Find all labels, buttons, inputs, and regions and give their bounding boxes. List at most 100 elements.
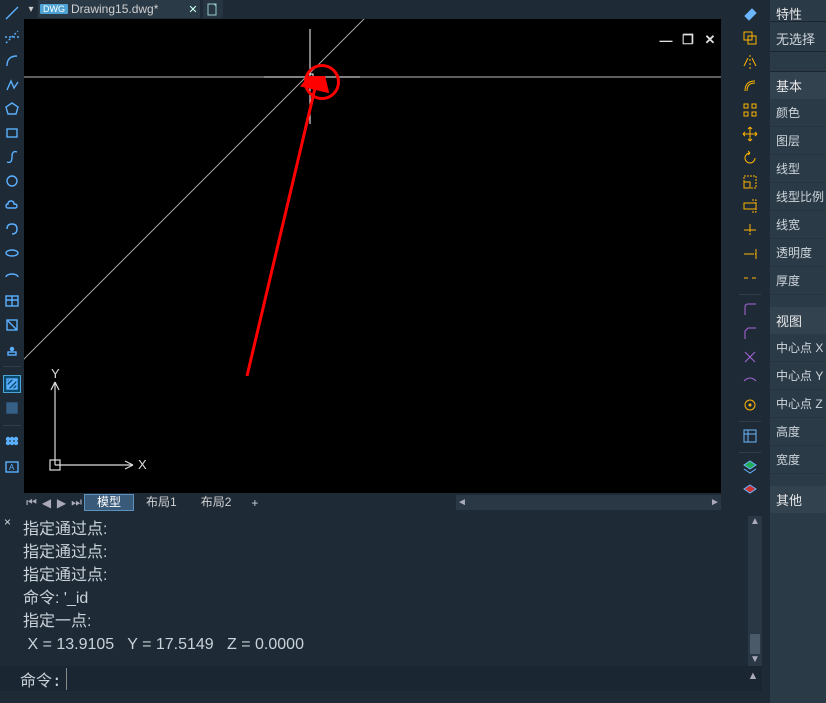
section-basic[interactable]: 基本: [770, 72, 826, 99]
selection-dropdown[interactable]: 无选择: [770, 22, 826, 52]
offset-tool-icon[interactable]: [740, 76, 760, 96]
rectangle-tool-icon[interactable]: [3, 124, 21, 142]
prop-ltscale[interactable]: 线型比例: [770, 183, 826, 211]
scroll-right-icon[interactable]: ►: [709, 497, 721, 508]
properties-tool-icon[interactable]: [740, 426, 760, 446]
section-view[interactable]: 视图: [770, 307, 826, 334]
spline-tool-icon[interactable]: [3, 148, 21, 166]
layout-add-button[interactable]: +: [243, 496, 266, 510]
trim-tool-icon[interactable]: [740, 220, 760, 240]
copy-tool-icon[interactable]: [740, 28, 760, 48]
close-document-icon[interactable]: ✕: [188, 3, 197, 16]
hatch-tool-icon[interactable]: [3, 375, 21, 393]
right-toolbar: [737, 0, 763, 513]
cmd-line: 命令: '_id: [23, 587, 745, 610]
ucs-icon: X Y: [38, 370, 138, 485]
prop-center-y[interactable]: 中心点 Y: [770, 362, 826, 390]
arc-tool-icon[interactable]: [3, 52, 21, 70]
new-document-button[interactable]: [203, 0, 223, 18]
prop-thickness[interactable]: 厚度: [770, 267, 826, 295]
stretch-tool-icon[interactable]: [740, 196, 760, 216]
scrollbar-thumb[interactable]: [750, 634, 760, 654]
ellipse-arc-tool-icon[interactable]: [3, 268, 21, 286]
svg-text:Y: Y: [51, 366, 60, 381]
line-tool-icon[interactable]: [3, 4, 21, 22]
layout-prev-icon[interactable]: ◀: [39, 495, 54, 510]
break-tool-icon[interactable]: [740, 268, 760, 288]
erase-tool-icon[interactable]: [740, 4, 760, 24]
gradient-tool-icon[interactable]: [3, 399, 21, 417]
array-tool-icon[interactable]: [3, 434, 21, 452]
circle-tool-icon[interactable]: [3, 172, 21, 190]
polygon-tool-icon[interactable]: [3, 100, 21, 118]
array-tool-icon[interactable]: [740, 100, 760, 120]
command-input[interactable]: [66, 668, 762, 690]
mirror-tool-icon[interactable]: [740, 52, 760, 72]
prop-center-x[interactable]: 中心点 X: [770, 334, 826, 362]
cmd-line: 指定通过点:: [23, 518, 745, 541]
table-tool-icon[interactable]: [3, 292, 21, 310]
point-tool-icon[interactable]: [3, 340, 21, 358]
properties-panel: 特性 无选择 基本 颜色 图层 线型 线型比例 线宽 透明度 厚度 视图 中心点…: [770, 0, 826, 703]
region-tool-icon[interactable]: [3, 316, 21, 334]
cloud-tool-icon[interactable]: [3, 196, 21, 214]
scale-tool-icon[interactable]: [740, 172, 760, 192]
dwg-badge: DWG: [40, 4, 68, 14]
cmd-line: 指定通过点:: [23, 564, 745, 587]
layout-first-icon[interactable]: ⏮: [24, 495, 39, 510]
layer-states-icon[interactable]: [740, 481, 760, 501]
scroll-left-icon[interactable]: ◄: [456, 497, 468, 508]
layout-next-icon[interactable]: ▶: [54, 495, 69, 510]
revcloud-tool-icon[interactable]: [3, 220, 21, 238]
extend-tool-icon[interactable]: [740, 244, 760, 264]
prop-height[interactable]: 高度: [770, 418, 826, 446]
cmd-line: 指定通过点:: [23, 541, 745, 564]
command-history[interactable]: 指定通过点: 指定通过点: 指定通过点: 命令: '_id 指定一点: X = …: [20, 516, 748, 666]
cmd-vertical-scrollbar[interactable]: ▲ ▼: [748, 516, 762, 666]
document-title: Drawing15.dwg*: [71, 2, 158, 16]
section-other[interactable]: 其他: [770, 486, 826, 513]
layout-tab-bar: ⏮ ◀ ▶ ⏭ 模型 布局1 布局2 + ◄ ►: [24, 494, 721, 511]
explode-tool-icon[interactable]: [740, 347, 760, 367]
document-tab-bar: ▾ DWG Drawing15.dwg* ✕: [24, 0, 223, 18]
document-tab[interactable]: DWG Drawing15.dwg* ✕: [38, 0, 200, 18]
layout-tab-model[interactable]: 模型: [84, 494, 134, 511]
scroll-down-icon[interactable]: ▼: [748, 654, 762, 666]
layout-last-icon[interactable]: ⏭: [69, 495, 84, 510]
close-command-panel-icon[interactable]: ×: [4, 515, 11, 529]
rotate-tool-icon[interactable]: [740, 148, 760, 168]
svg-text:A: A: [9, 463, 15, 472]
join-tool-icon[interactable]: [740, 371, 760, 391]
prop-center-z[interactable]: 中心点 Z: [770, 390, 826, 418]
drawing-viewport[interactable]: — ❐ ✕ X Y: [24, 19, 721, 493]
annotation-circle: [304, 64, 340, 100]
layout-tab-2[interactable]: 布局2: [189, 494, 244, 511]
layout-tab-1[interactable]: 布局1: [134, 494, 189, 511]
properties-header: 特性: [770, 0, 826, 22]
prop-width[interactable]: 宽度: [770, 446, 826, 474]
cmd-line: 指定一点:: [23, 610, 745, 633]
ellipse-tool-icon[interactable]: [3, 244, 21, 262]
command-prompt-label: 命令:: [20, 667, 62, 691]
svg-text:X: X: [138, 457, 147, 472]
command-panel: × 指定通过点: 指定通过点: 指定通过点: 命令: '_id 指定一点: X …: [0, 513, 762, 665]
layer-control-icon[interactable]: [740, 457, 760, 477]
text-tool-icon[interactable]: A: [3, 458, 21, 476]
align-tool-icon[interactable]: [740, 395, 760, 415]
prop-layer[interactable]: 图层: [770, 127, 826, 155]
expand-command-icon[interactable]: ▲: [746, 670, 760, 684]
fillet-tool-icon[interactable]: [740, 299, 760, 319]
chamfer-tool-icon[interactable]: [740, 323, 760, 343]
horizontal-scrollbar[interactable]: ◄ ►: [456, 495, 721, 510]
prop-lineweight[interactable]: 线宽: [770, 211, 826, 239]
prop-transparency[interactable]: 透明度: [770, 239, 826, 267]
doc-menu-caret-icon[interactable]: ▾: [24, 0, 38, 18]
prop-color[interactable]: 颜色: [770, 99, 826, 127]
prop-linetype[interactable]: 线型: [770, 155, 826, 183]
command-input-row: 命令: ▲: [0, 666, 762, 691]
polyline-tool-icon[interactable]: [3, 76, 21, 94]
cmd-line: X = 13.9105 Y = 17.5149 Z = 0.0000: [23, 633, 745, 656]
xline-tool-icon[interactable]: [3, 28, 21, 46]
scroll-up-icon[interactable]: ▲: [748, 516, 762, 528]
move-tool-icon[interactable]: [740, 124, 760, 144]
